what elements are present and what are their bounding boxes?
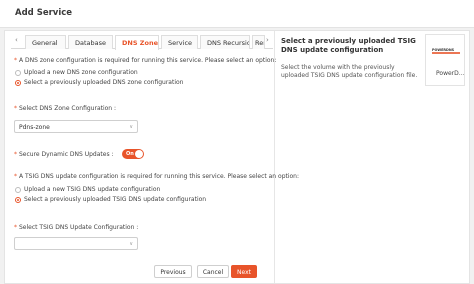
cancel-button[interactable]: Cancel	[197, 265, 229, 278]
required-mark: *	[14, 57, 17, 64]
tab-service[interactable]: Service	[161, 35, 198, 49]
tab-remote[interactable]: Rem	[252, 35, 265, 49]
chevron-left-icon[interactable]: ‹	[15, 36, 18, 44]
dns-zone-select-value: Pdns-zone	[19, 124, 50, 131]
tab-dns-recursion[interactable]: DNS Recursion	[200, 35, 250, 49]
page-title: Add Service	[15, 8, 73, 18]
secure-updates-label: Secure Dynamic DNS Updates :	[19, 151, 114, 158]
tab-dns-zone[interactable]: DNS Zone	[115, 35, 159, 50]
powerdns-card-label: PowerD…	[436, 70, 465, 77]
radio-upload-new-tsig[interactable]	[15, 187, 21, 193]
chevron-right-icon[interactable]: ›	[266, 36, 269, 44]
powerdns-logo-bar	[432, 52, 460, 54]
chevron-down-icon: ∨	[129, 124, 133, 130]
required-mark: *	[14, 224, 17, 231]
dns-zone-select[interactable]: Pdns-zone ∨	[14, 120, 138, 133]
radio-select-existing-zone[interactable]	[15, 80, 21, 86]
radio-upload-new-zone[interactable]	[15, 70, 21, 76]
radio-select-existing-tsig-label: Select a previously uploaded TSIG DNS up…	[24, 196, 207, 203]
tab-general[interactable]: General	[25, 35, 66, 49]
powerdns-card[interactable]: POWERDNS PowerD…	[425, 34, 465, 86]
radio-select-existing-tsig[interactable]	[15, 197, 21, 203]
next-button[interactable]: Next	[231, 265, 257, 278]
radio-upload-new-tsig-label: Upload a new TSIG DNS update configurati…	[24, 186, 161, 193]
radio-upload-new-zone-label: Upload a new DNS zone configuration	[24, 69, 138, 76]
help-text: Select the volume with the previously up…	[281, 64, 418, 79]
required-mark: *	[14, 173, 17, 180]
zone-select-label-row: * Select DNS Zone Configuration :	[14, 105, 116, 112]
toggle-on-label: On	[126, 151, 134, 157]
tsig-config-label: A TSIG DNS update configuration is requi…	[19, 173, 300, 180]
help-title: Select a previously uploaded TSIG DNS up…	[281, 37, 416, 54]
secure-updates-label-row: * Secure Dynamic DNS Updates :	[14, 151, 114, 158]
powerdns-logo-text: POWERDNS	[432, 48, 455, 52]
previous-button[interactable]: Previous	[154, 265, 192, 278]
add-service-panel: ‹ General Database DNS Zone Service DNS …	[4, 30, 470, 284]
chevron-down-icon: ∨	[129, 241, 133, 247]
radio-select-existing-zone-label: Select a previously uploaded DNS zone co…	[24, 79, 184, 86]
tab-bar: ‹ General Database DNS Zone Service DNS …	[11, 35, 273, 50]
toggle-knob	[135, 150, 143, 158]
help-pane: Select a previously uploaded TSIG DNS up…	[276, 31, 469, 283]
tsig-config-question: * A TSIG DNS update configuration is requ…	[14, 173, 299, 180]
tab-database[interactable]: Database	[68, 35, 113, 49]
tsig-select-label: Select TSIG DNS Update Configuration :	[19, 224, 139, 231]
secure-updates-toggle[interactable]: On	[122, 149, 144, 159]
tsig-select-label-row: * Select TSIG DNS Update Configuration :	[14, 224, 138, 231]
zone-config-label: A DNS zone configuration is required for…	[19, 57, 277, 64]
tsig-config-select[interactable]: ∨	[14, 237, 138, 250]
zone-select-label: Select DNS Zone Configuration :	[19, 105, 117, 112]
form-pane: ‹ General Database DNS Zone Service DNS …	[5, 31, 299, 283]
zone-config-question: * A DNS zone configuration is required fo…	[14, 57, 276, 64]
required-mark: *	[14, 151, 17, 158]
required-mark: *	[14, 105, 17, 112]
powerdns-logo-icon: POWERDNS	[432, 48, 460, 54]
page-header: Add Service	[0, 0, 474, 28]
